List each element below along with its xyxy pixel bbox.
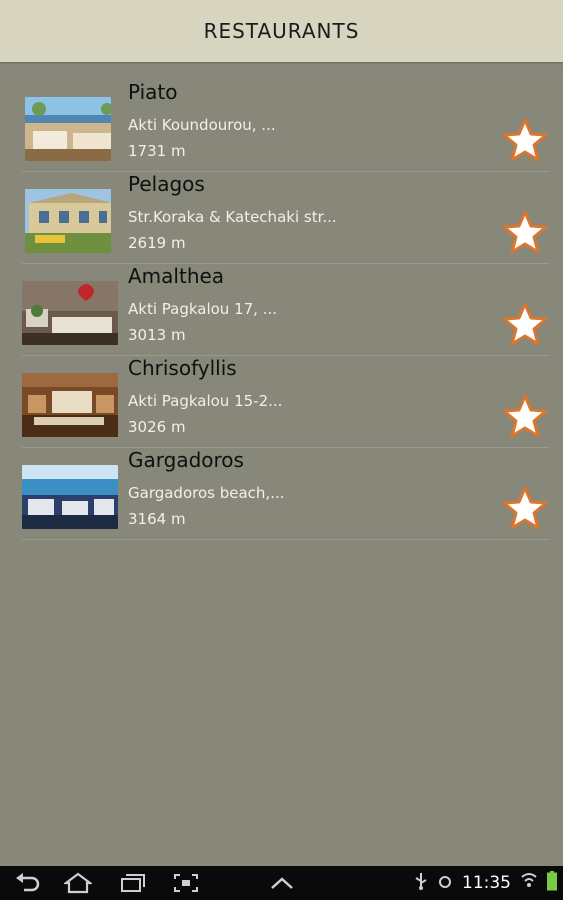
restaurant-thumbnail (22, 465, 118, 529)
restaurant-list: Piato Akti Koundourou, ... 1731 m Pelago (0, 80, 563, 540)
restaurant-name: Piato (128, 80, 178, 104)
favorite-star-icon[interactable] (501, 117, 549, 165)
restaurant-address: Str.Koraka & Katechaki str... (128, 208, 337, 226)
restaurant-thumbnail (25, 189, 111, 253)
page-title: RESTAURANTS (203, 19, 360, 43)
status-area[interactable]: 11:35 (414, 866, 557, 900)
restaurant-distance: 3026 m (128, 418, 186, 436)
app-header: RESTAURANTS (0, 0, 563, 62)
restaurant-distance: 3013 m (128, 326, 186, 344)
restaurant-address: Akti Koundourou, ... (128, 116, 276, 134)
sync-icon (438, 874, 452, 893)
back-icon[interactable] (14, 872, 42, 894)
restaurant-row-pelagos[interactable]: Pelagos Str.Koraka & Katechaki str... 26… (22, 172, 549, 264)
restaurant-row-chrisofyllis[interactable]: Chrisofyllis Akti Pagkalou 15-2... 3026 … (22, 356, 549, 448)
restaurant-thumbnail (25, 97, 111, 161)
screenshot-icon[interactable] (172, 872, 200, 894)
restaurant-name: Pelagos (128, 172, 205, 196)
restaurant-address: Akti Pagkalou 15-2... (128, 392, 283, 410)
recent-apps-icon[interactable] (118, 872, 146, 894)
up-chevron-icon[interactable] (268, 872, 296, 894)
clock: 11:35 (462, 873, 511, 893)
favorite-star-icon[interactable] (501, 209, 549, 257)
restaurant-name: Chrisofyllis (128, 356, 237, 380)
restaurant-thumbnail (22, 281, 118, 345)
restaurant-address: Gargadoros beach,... (128, 484, 285, 502)
restaurant-row-amalthea[interactable]: Amalthea Akti Pagkalou 17, ... 3013 m (22, 264, 549, 356)
favorite-star-icon[interactable] (501, 485, 549, 533)
restaurant-name: Gargadoros (128, 448, 244, 472)
restaurant-thumbnail (22, 373, 118, 437)
usb-icon (414, 872, 428, 894)
restaurant-distance: 2619 m (128, 234, 186, 252)
restaurant-distance: 1731 m (128, 142, 186, 160)
favorite-star-icon[interactable] (501, 301, 549, 349)
restaurant-address: Akti Pagkalou 17, ... (128, 300, 278, 318)
system-navigation-bar: 11:35 (0, 866, 563, 900)
favorite-star-icon[interactable] (501, 393, 549, 441)
home-icon[interactable] (62, 872, 94, 894)
restaurant-name: Amalthea (128, 264, 225, 288)
restaurant-row-gargadoros[interactable]: Gargadoros Gargadoros beach,... 3164 m (22, 448, 549, 540)
battery-icon (547, 871, 557, 895)
restaurant-row-piato[interactable]: Piato Akti Koundourou, ... 1731 m (22, 80, 549, 172)
restaurant-distance: 3164 m (128, 510, 186, 528)
wifi-icon (521, 872, 537, 894)
